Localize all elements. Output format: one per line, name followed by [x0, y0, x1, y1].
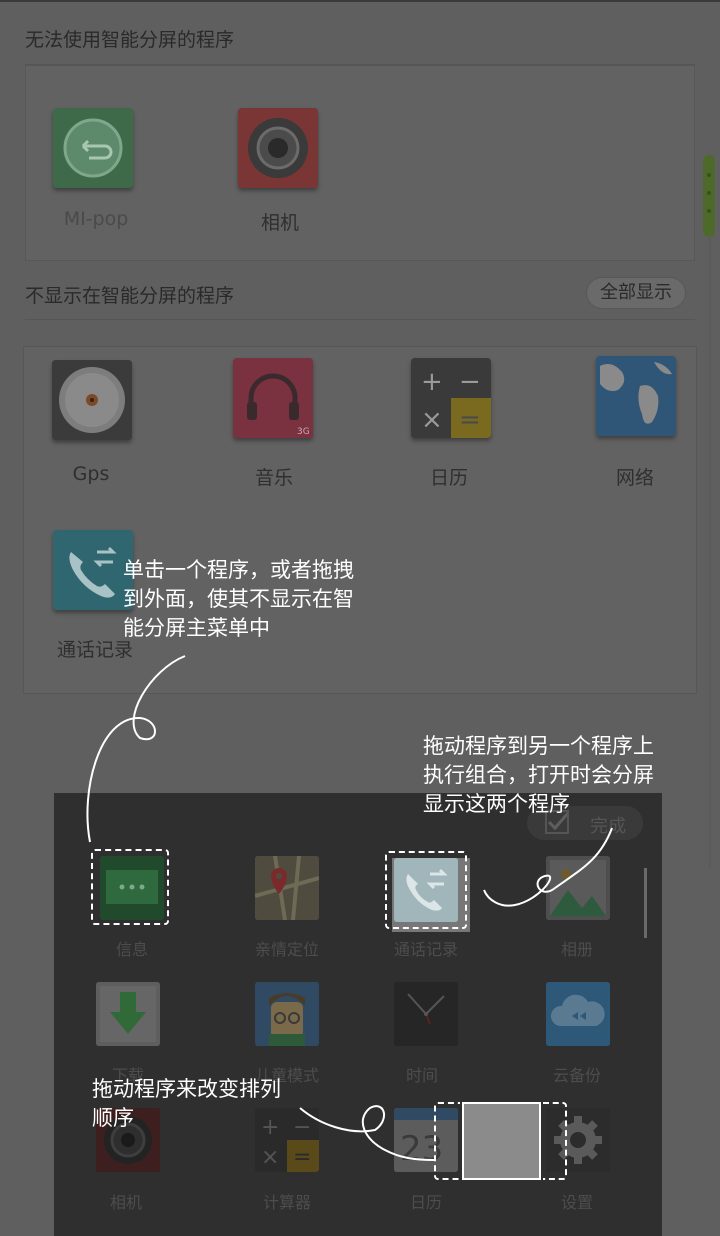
tap-hint-line: 到外面，使其不显示在智	[123, 587, 354, 611]
combine-hint-line: 执行组合，打开时会分屏	[423, 763, 654, 787]
combine-hint-line: 拖动程序到另一个程序上	[423, 734, 654, 758]
tap-hint-line: 能分屏主菜单中	[123, 616, 270, 640]
tap-hint-line: 单击一个程序，或者拖拽	[123, 558, 354, 582]
reorder-hint-line: 顺序	[92, 1106, 134, 1130]
reorder-hint-line: 拖动程序来改变排列	[92, 1077, 281, 1101]
combine-hint-line: 显示这两个程序	[423, 792, 570, 816]
annotation-curves	[86, 655, 613, 1161]
